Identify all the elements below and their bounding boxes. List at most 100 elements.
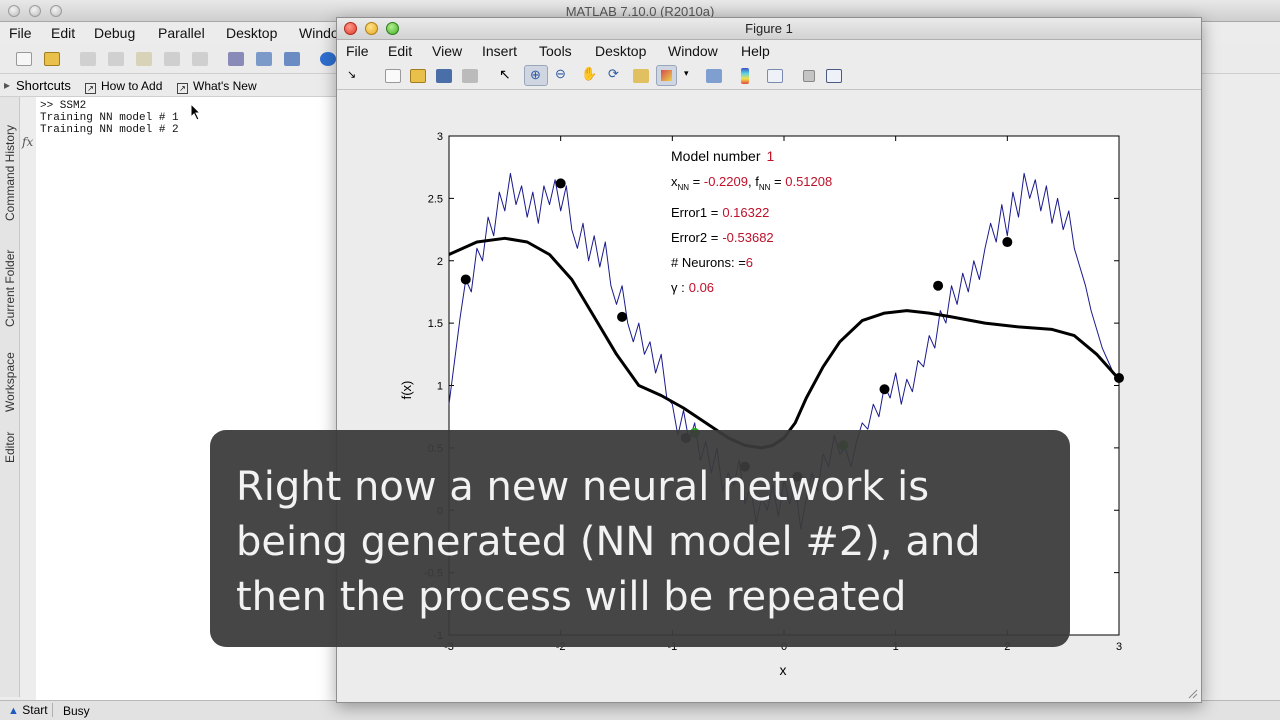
- copy-icon[interactable]: [108, 52, 124, 66]
- y-axis-label: f(x): [399, 381, 414, 400]
- show-plot-tools-icon[interactable]: [826, 69, 842, 83]
- redo-icon[interactable]: [192, 52, 208, 66]
- hide-plot-tools-icon[interactable]: [803, 70, 815, 82]
- busy-status: Busy: [63, 704, 90, 718]
- help-icon[interactable]: [320, 52, 336, 66]
- legend-icon[interactable]: [767, 69, 783, 83]
- profiler-icon[interactable]: [284, 52, 300, 66]
- y-tick-label: 2: [437, 256, 443, 268]
- new-file-icon[interactable]: [16, 52, 32, 66]
- fig-menu-desktop[interactable]: Desktop: [595, 43, 646, 59]
- y-tick-label: 1.5: [428, 318, 443, 330]
- figure-titlebar: Figure 1: [337, 18, 1201, 40]
- error1-label: Error1 =: [671, 205, 718, 220]
- start-icon: ▲: [8, 705, 19, 717]
- annotation-gamma: γ : 0.06: [671, 280, 714, 295]
- command-line: Training NN model # 1: [40, 112, 179, 124]
- training-point: [1002, 237, 1013, 248]
- error2-value: -0.53682: [722, 230, 773, 245]
- link-plot-icon[interactable]: [706, 69, 722, 83]
- statusbar: ▲ Start Busy: [0, 700, 1280, 720]
- shortcuts-bar: ▸ Shortcuts ↗ How to Add ↗ What's New: [0, 75, 340, 97]
- fig-menu-help[interactable]: Help: [741, 43, 770, 59]
- fig-menu-window[interactable]: Window: [668, 43, 718, 59]
- paste-icon[interactable]: [136, 52, 152, 66]
- figure-toolbar: ↘ ↖ ⊕ ⊖ ✋ ⟳ ▾: [337, 62, 1201, 90]
- grip-icon: ▸: [4, 78, 11, 92]
- annotation-error2: Error2 = -0.53682: [671, 230, 774, 245]
- tab-command-history[interactable]: Command History: [3, 103, 17, 221]
- start-label: Start: [22, 703, 48, 717]
- brush-button[interactable]: [656, 65, 677, 86]
- tab-current-folder[interactable]: Current Folder: [3, 235, 17, 327]
- menu-file[interactable]: File: [9, 25, 32, 41]
- resize-grip-icon[interactable]: [1188, 689, 1198, 699]
- menu-desktop[interactable]: Desktop: [226, 25, 277, 41]
- side-tabs: Command History Current Folder Workspace…: [0, 97, 20, 697]
- whats-new-label: What's New: [193, 79, 257, 93]
- edit-plot-arrow-icon[interactable]: ↖: [499, 66, 511, 83]
- fig-menu-view[interactable]: View: [432, 43, 462, 59]
- dock-arrow-icon[interactable]: ↘: [347, 68, 356, 81]
- guide-icon[interactable]: [256, 52, 272, 66]
- tab-editor[interactable]: Editor: [3, 423, 17, 463]
- menu-parallel[interactable]: Parallel: [158, 25, 205, 41]
- f-value: 0.51208: [785, 174, 832, 189]
- new-figure-icon[interactable]: [385, 69, 401, 83]
- shortcut-icon: ↗: [85, 83, 96, 94]
- how-to-add-link[interactable]: ↗ How to Add: [85, 79, 162, 94]
- menu-edit[interactable]: Edit: [51, 25, 75, 41]
- print-icon[interactable]: [462, 69, 478, 83]
- colorbar-icon[interactable]: [741, 68, 749, 84]
- shortcuts-label: Shortcuts: [16, 78, 71, 93]
- figure-title: Figure 1: [745, 21, 793, 36]
- gamma-label: γ :: [671, 280, 685, 295]
- data-cursor-icon[interactable]: [633, 69, 649, 83]
- tab-workspace[interactable]: Workspace: [3, 340, 17, 412]
- training-point: [460, 274, 471, 285]
- y-tick-label: 2.5: [428, 193, 443, 205]
- zoom-in-button[interactable]: ⊕: [524, 65, 548, 86]
- y-tick-label: 3: [437, 131, 443, 143]
- fig-menu-tools[interactable]: Tools: [539, 43, 572, 59]
- chevron-down-icon[interactable]: ▾: [684, 68, 689, 79]
- training-point: [617, 311, 628, 322]
- fig-menu-edit[interactable]: Edit: [388, 43, 412, 59]
- shortcut-icon: ↗: [177, 83, 188, 94]
- f-sub: NN: [759, 183, 771, 192]
- error2-label: Error2 =: [671, 230, 718, 245]
- open-folder-icon[interactable]: [44, 52, 60, 66]
- menu-window[interactable]: Windo: [299, 25, 339, 41]
- x-value: -0.2209: [704, 174, 748, 189]
- caption-text: Right now a new neural network is being …: [236, 464, 981, 620]
- fig-menu-file[interactable]: File: [346, 43, 369, 59]
- command-line: >> SSM2: [40, 100, 87, 112]
- x-tick-label: 3: [1116, 641, 1122, 653]
- fig-menu-insert[interactable]: Insert: [482, 43, 517, 59]
- brush-icon: [661, 70, 672, 81]
- save-icon[interactable]: [436, 69, 452, 83]
- cut-icon[interactable]: [80, 52, 96, 66]
- open-file-icon[interactable]: [410, 69, 426, 83]
- y-tick-label: 1: [437, 381, 443, 393]
- fx-icon[interactable]: fx: [22, 135, 33, 149]
- gamma-value: 0.06: [689, 280, 714, 295]
- pan-hand-icon[interactable]: ✋: [581, 66, 597, 82]
- zoom-in-icon: ⊕: [530, 67, 541, 82]
- zoom-out-icon[interactable]: ⊖: [555, 66, 566, 82]
- annotation-model: Model number 1: [671, 148, 775, 164]
- neurons-value: 6: [746, 255, 753, 270]
- model-value: 1: [767, 148, 775, 164]
- whats-new-link[interactable]: ↗ What's New: [177, 79, 257, 94]
- training-point: [879, 384, 890, 395]
- menu-debug[interactable]: Debug: [94, 25, 135, 41]
- caption-overlay: Right now a new neural network is being …: [210, 430, 1070, 647]
- how-to-add-label: How to Add: [101, 79, 163, 93]
- simulink-icon[interactable]: [228, 52, 244, 66]
- rotate-3d-icon[interactable]: ⟳: [608, 66, 619, 82]
- undo-icon[interactable]: [164, 52, 180, 66]
- neurons-label: # Neurons: =: [671, 255, 746, 270]
- x-axis-label: x: [780, 662, 787, 678]
- training-point: [933, 280, 944, 291]
- start-button[interactable]: ▲ Start: [4, 703, 53, 717]
